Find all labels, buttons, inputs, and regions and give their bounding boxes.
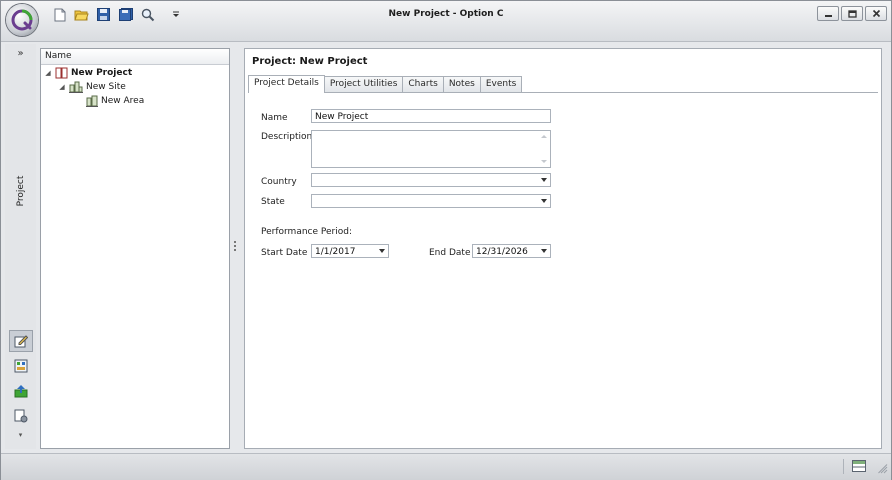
navigation-strip: » Project ▾ bbox=[5, 44, 36, 449]
tab-project-details[interactable]: Project Details bbox=[248, 75, 325, 93]
collapse-toggle-icon[interactable]: ◢ bbox=[44, 69, 52, 77]
minimize-button[interactable] bbox=[817, 6, 839, 21]
project-details-panel: Project: New Project Project Details Pro… bbox=[244, 48, 882, 449]
window-controls bbox=[817, 6, 887, 21]
chevron-down-icon bbox=[379, 249, 385, 253]
end-date-label: End Date bbox=[429, 248, 471, 258]
title-bar: New Project - Option C bbox=[1, 1, 891, 42]
end-date-picker[interactable]: 12/31/2026 bbox=[472, 244, 551, 258]
application-window: New Project - Option C » Project ▾ Name … bbox=[0, 0, 892, 480]
name-input[interactable]: New Project bbox=[311, 109, 551, 123]
chevron-down-icon bbox=[541, 249, 547, 253]
tree-node-label: New Project bbox=[71, 67, 133, 78]
start-date-value: 1/1/2017 bbox=[315, 247, 356, 257]
tab-events[interactable]: Events bbox=[479, 76, 523, 92]
resize-grip-icon[interactable] bbox=[878, 464, 888, 477]
close-icon bbox=[872, 9, 880, 18]
end-date-value: 12/31/2026 bbox=[476, 247, 528, 257]
nav-icon-group bbox=[9, 330, 33, 427]
chevron-down-icon bbox=[541, 178, 547, 182]
close-button[interactable] bbox=[865, 6, 887, 21]
start-date-picker[interactable]: 1/1/2017 bbox=[311, 244, 389, 258]
view-layout-button[interactable] bbox=[852, 460, 866, 475]
settings-icon bbox=[14, 409, 28, 423]
chevron-down-icon bbox=[541, 199, 547, 203]
collapse-toggle-icon[interactable]: ◢ bbox=[58, 83, 66, 91]
panel-splitter[interactable] bbox=[233, 241, 237, 255]
nav-export-button[interactable] bbox=[9, 380, 33, 402]
project-tree: Name ◢ New Project ◢ New Site New Area bbox=[40, 48, 230, 449]
tree-node-label: New Area bbox=[101, 95, 145, 106]
maximize-icon bbox=[847, 9, 857, 18]
page-title: Project: New Project bbox=[252, 56, 368, 67]
nav-panel-label-project[interactable]: Project bbox=[16, 161, 26, 221]
tree-node-site[interactable]: ◢ New Site bbox=[58, 80, 126, 93]
tab-strip: Project Details Project Utilities Charts… bbox=[248, 75, 523, 93]
layout-icon bbox=[852, 460, 866, 472]
performance-period-label: Performance Period: bbox=[261, 227, 352, 237]
state-select[interactable] bbox=[311, 194, 551, 208]
nav-more-button[interactable]: ▾ bbox=[5, 431, 36, 439]
nav-settings-button[interactable] bbox=[9, 405, 33, 427]
tree-node-label: New Site bbox=[86, 81, 126, 92]
site-building-icon bbox=[69, 81, 83, 93]
tree-node-project[interactable]: ◢ New Project bbox=[44, 66, 132, 79]
minimize-icon bbox=[824, 14, 832, 17]
window-title: New Project - Option C bbox=[388, 9, 504, 19]
tree-column-header[interactable]: Name bbox=[41, 49, 229, 65]
export-icon bbox=[14, 385, 28, 398]
tab-charts[interactable]: Charts bbox=[402, 76, 444, 92]
project-book-icon bbox=[55, 67, 68, 78]
nav-dashboard-button[interactable] bbox=[9, 355, 33, 377]
maximize-button[interactable] bbox=[841, 6, 863, 21]
nav-edit-button[interactable] bbox=[9, 330, 33, 352]
edit-icon bbox=[14, 335, 28, 348]
state-label: State bbox=[261, 197, 285, 207]
project-details-form: Name New Project Description Country Sta… bbox=[248, 92, 878, 447]
status-bar bbox=[1, 453, 891, 480]
expand-nav-button[interactable]: » bbox=[5, 44, 36, 64]
area-building-icon bbox=[86, 95, 98, 107]
description-scrollbar[interactable] bbox=[539, 132, 549, 166]
country-label: Country bbox=[261, 177, 297, 187]
dashboard-icon bbox=[14, 359, 28, 373]
tab-notes[interactable]: Notes bbox=[442, 76, 481, 92]
start-date-label: Start Date bbox=[261, 248, 308, 258]
description-textarea[interactable] bbox=[311, 130, 551, 168]
tab-project-utilities[interactable]: Project Utilities bbox=[323, 76, 404, 92]
country-select[interactable] bbox=[311, 173, 551, 187]
name-label: Name bbox=[261, 113, 288, 123]
description-label: Description bbox=[261, 132, 313, 142]
tree-node-area[interactable]: New Area bbox=[75, 94, 144, 107]
